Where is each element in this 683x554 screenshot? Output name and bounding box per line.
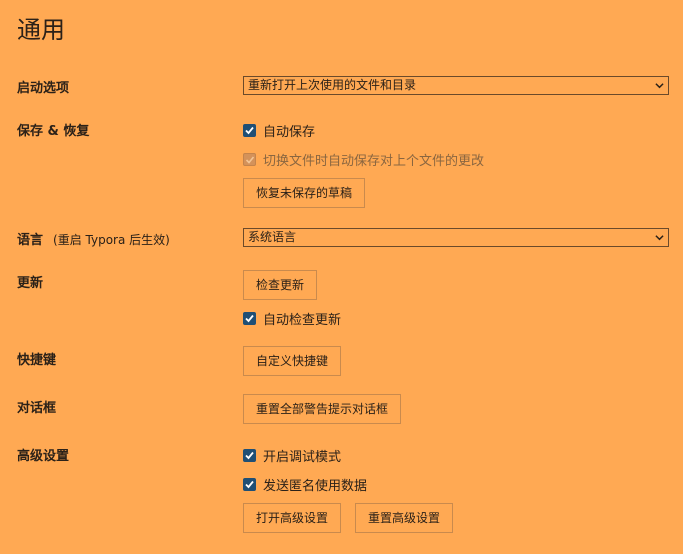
send-data-row[interactable]: 发送匿名使用数据 — [243, 476, 368, 494]
auto-save-checkbox-row[interactable]: 自动保存 — [243, 122, 316, 140]
language-note: (重启 Typora 后生效) — [53, 233, 170, 247]
switch-save-checkbox — [243, 152, 256, 166]
debug-mode-row[interactable]: 开启调试模式 — [243, 447, 342, 465]
checkmark-icon — [245, 451, 254, 459]
auto-check-update-row[interactable]: 自动检查更新 — [243, 310, 342, 328]
update-label: 更新 — [17, 276, 44, 291]
check-update-button[interactable]: 检查更新 — [243, 270, 318, 300]
send-data-checkbox[interactable] — [243, 477, 256, 491]
custom-shortcuts-button[interactable]: 自定义快捷键 — [243, 346, 342, 376]
restore-drafts-button[interactable]: 恢复未保存的草稿 — [243, 178, 366, 208]
auto-check-update-label: 自动检查更新 — [263, 312, 342, 328]
auto-save-checkbox[interactable] — [243, 123, 256, 137]
startup-select[interactable]: 重新打开上次使用的文件和目录 — [243, 76, 669, 95]
general-settings-page: 通用 启动选项 重新打开上次使用的文件和目录 保存 & 恢复 自动保存 切换文件… — [0, 0, 683, 554]
auto-check-update-checkbox[interactable] — [243, 311, 256, 325]
startup-select-value: 重新打开上次使用的文件和目录 — [248, 78, 417, 92]
checkmark-icon — [245, 314, 254, 322]
send-data-label: 发送匿名使用数据 — [263, 478, 368, 494]
chevron-down-icon — [655, 235, 664, 241]
chevron-down-icon — [655, 83, 664, 89]
dialogs-label: 对话框 — [17, 401, 57, 416]
language-select[interactable]: 系统语言 — [243, 228, 669, 247]
reset-dialogs-button[interactable]: 重置全部警告提示对话框 — [243, 394, 402, 424]
switch-save-label: 切换文件时自动保存对上个文件的更改 — [263, 153, 485, 169]
open-advanced-button[interactable]: 打开高级设置 — [243, 503, 342, 533]
startup-label: 启动选项 — [17, 81, 70, 96]
save-restore-label: 保存 & 恢复 — [17, 124, 90, 139]
debug-mode-checkbox[interactable] — [243, 448, 256, 462]
language-select-value: 系统语言 — [248, 230, 297, 244]
language-label-text: 语言 — [17, 233, 44, 248]
debug-mode-label: 开启调试模式 — [263, 449, 342, 465]
auto-save-label: 自动保存 — [263, 124, 316, 140]
switch-save-checkbox-row: 切换文件时自动保存对上个文件的更改 — [243, 151, 485, 169]
checkmark-icon — [245, 126, 254, 134]
page-title: 通用 — [17, 16, 65, 44]
advanced-label: 高级设置 — [17, 449, 70, 464]
shortcuts-label: 快捷键 — [17, 353, 57, 368]
reset-advanced-button[interactable]: 重置高级设置 — [355, 503, 454, 533]
language-label: 语言 (重启 Typora 后生效) — [17, 229, 170, 248]
checkmark-icon — [245, 480, 254, 488]
checkmark-icon — [245, 155, 255, 164]
